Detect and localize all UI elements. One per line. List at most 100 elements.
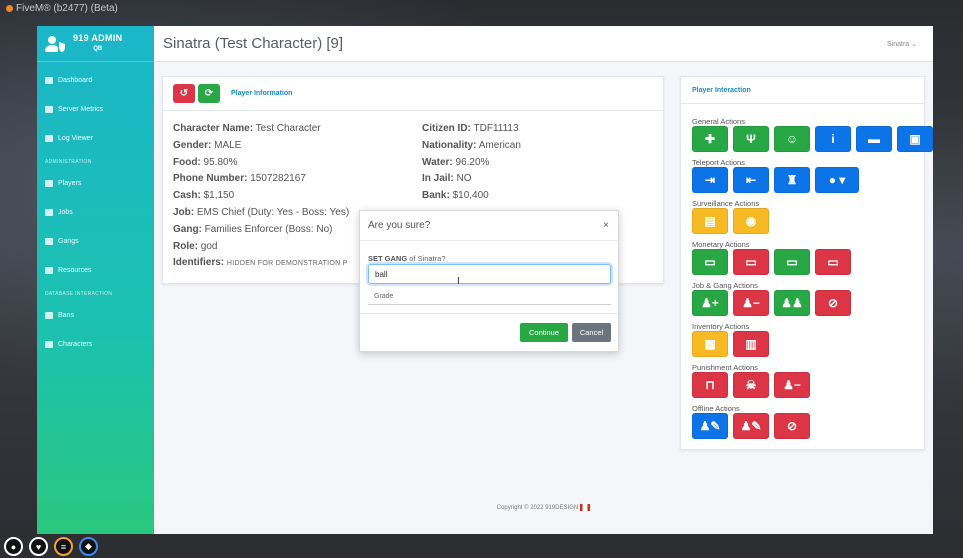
sign-out-icon: ⇤	[745, 173, 757, 187]
action-buttons-row: ⇥ ⇤ ♜ ● ▾	[692, 167, 864, 193]
info-label: Gang:	[173, 223, 202, 235]
user-edit-button[interactable]: ♟✎	[692, 413, 728, 439]
user-plus-button[interactable]: ♟+	[692, 290, 728, 316]
action-group: General Actions ✚ Ψ ☺ i ▬ ▣	[692, 117, 933, 152]
grade-select[interactable]: Grade	[368, 288, 611, 305]
user-minus-button[interactable]: ♟−	[733, 290, 769, 316]
car-button[interactable]: ▬	[856, 126, 892, 152]
sidebar-item-dashboard[interactable]: Dashboard	[37, 66, 154, 95]
trash-button[interactable]: ▥	[733, 331, 769, 357]
eye-button[interactable]: ◉	[733, 208, 769, 234]
user-plus-icon: ♟+	[701, 296, 719, 310]
sidebar-item-server-metrics[interactable]: Server Metrics	[37, 95, 154, 124]
sidebar-item-label: Players	[58, 180, 82, 187]
info-label: Cash:	[173, 190, 201, 202]
smile-button[interactable]: ☺	[774, 126, 810, 152]
boxes-button[interactable]: ▦	[692, 331, 728, 357]
skull-button[interactable]: ☠	[733, 372, 769, 398]
money-bill-button[interactable]: ▭	[692, 249, 728, 275]
fivem-logo-icon	[6, 4, 13, 12]
modal-header: Are you sure?	[360, 211, 618, 241]
hiking-icon: ♜	[786, 173, 798, 187]
undo-button[interactable]: ↺	[173, 84, 195, 103]
map-pin-dropdown-icon: ● ▾	[828, 173, 846, 187]
info-label: Gender:	[173, 139, 212, 151]
users-button[interactable]: ♟♟	[774, 290, 810, 316]
sidebar-item-label: Resources	[58, 267, 92, 274]
cancel-button[interactable]: Cancel	[572, 323, 611, 342]
info-button[interactable]: i	[815, 126, 851, 152]
user-menu-label: Sinatra	[886, 40, 910, 48]
footer: Copyright © 2022 919DESIGN	[154, 504, 933, 511]
info-nationality: Nationality: American	[422, 140, 521, 157]
action-group: Inventory Actions ▦ ▥	[692, 322, 774, 357]
user-edit-icon: ♟✎	[740, 419, 762, 433]
money-bill-icon: ▭	[704, 255, 716, 269]
info-in-jail: In Jail: NO	[422, 173, 521, 190]
continue-button[interactable]: Continue	[520, 323, 568, 342]
food-icon: ≡	[54, 537, 73, 556]
info-cash: Cash: $1,150	[173, 190, 349, 207]
refresh-button[interactable]: ⟳	[198, 84, 220, 103]
brand[interactable]: 919 ADMIN QB	[37, 26, 154, 62]
brand-title: 919 ADMIN	[73, 32, 123, 43]
hammer-icon	[45, 312, 53, 319]
gang-name-input[interactable]	[368, 264, 611, 284]
briefcase-icon	[45, 209, 53, 216]
user-edit-icon: ♟✎	[699, 419, 721, 433]
map-pin-dropdown-button[interactable]: ● ▾	[815, 167, 859, 193]
card-header: ↺ ⟳ Player Information	[163, 77, 663, 111]
medkit-icon: ✚	[704, 132, 716, 146]
canada-flag-icon	[580, 504, 591, 511]
sidebar-item-gangs[interactable]: Gangs	[37, 227, 154, 256]
undo-icon: ↺	[179, 88, 189, 99]
file-icon: ▤	[704, 214, 716, 228]
sidebar-item-players[interactable]: Players	[37, 169, 154, 198]
info-value: NO	[456, 173, 472, 185]
money-check-button[interactable]: ▭	[815, 249, 851, 275]
sign-out-button[interactable]: ⇤	[733, 167, 769, 193]
medkit-button[interactable]: ✚	[692, 126, 728, 152]
info-label: Nationality:	[422, 139, 477, 151]
action-group: Surveillance Actions ▤ ◉	[692, 199, 774, 234]
sidebar-item-resources[interactable]: Resources	[37, 256, 154, 285]
action-buttons-row: ♟✎ ♟✎ ⊘	[692, 413, 815, 439]
user-menu[interactable]: Sinatra ⌄	[887, 40, 917, 48]
user-minus-icon: ♟−	[742, 296, 760, 310]
ban-button[interactable]: ⊓	[692, 372, 728, 398]
user-minus-button[interactable]: ♟−	[774, 372, 810, 398]
sidebar-item-bans[interactable]: Bans	[37, 301, 154, 330]
user-slash-button[interactable]: ⊘	[774, 413, 810, 439]
card-title: Player Interaction	[692, 86, 751, 94]
users-icon: ♟♟	[781, 296, 803, 310]
money-bill-button[interactable]: ▭	[733, 249, 769, 275]
sidebar-item-jobs[interactable]: Jobs	[37, 198, 154, 227]
card-title: Player Information	[231, 90, 293, 97]
sidebar-item-characters[interactable]: Characters	[37, 330, 154, 359]
skull-icon: ☠	[745, 378, 757, 392]
action-buttons-row: ♟+ ♟− ♟♟ ⊘	[692, 290, 856, 316]
save-button[interactable]: ▣	[897, 126, 933, 152]
info-value: Test Character	[255, 123, 321, 134]
hiking-button[interactable]: ♜	[774, 167, 810, 193]
dashboard-icon	[45, 77, 53, 84]
info-label: Citizen ID:	[422, 123, 471, 134]
sidebar-item-log-viewer[interactable]: Log Viewer	[37, 124, 154, 153]
folder-icon	[45, 267, 53, 274]
utensils-button[interactable]: Ψ	[733, 126, 769, 152]
close-icon[interactable]: ×	[603, 220, 609, 231]
user-edit-button[interactable]: ♟✎	[733, 413, 769, 439]
user-icon	[45, 180, 53, 187]
users-slash-button[interactable]: ⊘	[815, 290, 851, 316]
modal-question: SET GANG of Sinatra?	[368, 254, 446, 263]
file-icon	[45, 135, 53, 142]
action-group: Punishment Actions ⊓ ☠ ♟−	[692, 363, 815, 398]
file-button[interactable]: ▤	[692, 208, 728, 234]
page-title: Sinatra (Test Character) [9]	[163, 35, 344, 52]
sign-in-button[interactable]: ⇥	[692, 167, 728, 193]
money-check-button[interactable]: ▭	[774, 249, 810, 275]
info-value: $10,400	[452, 190, 489, 202]
water-drop-icon: ◆	[79, 537, 98, 556]
info-icon: i	[831, 132, 835, 146]
users-slash-icon: ⊘	[827, 296, 839, 310]
